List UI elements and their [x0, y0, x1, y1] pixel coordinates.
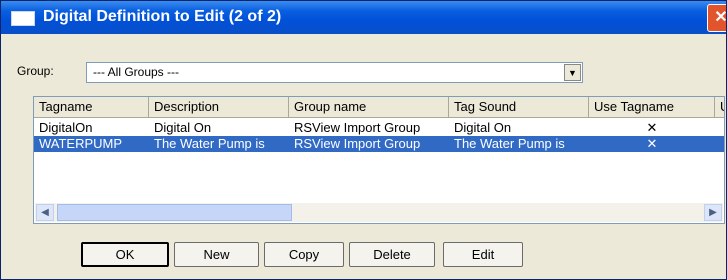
new-button[interactable]: New — [174, 242, 259, 267]
window-icon — [11, 11, 35, 26]
window-title: Digital Definition to Edit (2 of 2) — [43, 8, 282, 25]
cell-tagname: DigitalOn — [39, 120, 93, 135]
cell-description: The Water Pump is — [154, 136, 265, 151]
column-header-description[interactable]: Description — [149, 97, 289, 117]
close-button[interactable]: ✕ — [707, 4, 726, 32]
edit-button[interactable]: Edit — [443, 242, 523, 267]
dialog-window: Digital Definition to Edit (2 of 2) ✕ Gr… — [0, 0, 727, 280]
chevron-down-icon[interactable]: ▼ — [564, 64, 581, 81]
cell-tagname: WATERPUMP — [39, 136, 123, 151]
scroll-thumb[interactable] — [57, 204, 292, 221]
cell-group-name: RSView Import Group — [294, 136, 421, 151]
group-label: Group: — [17, 64, 54, 78]
horizontal-scrollbar[interactable]: ◀ ▶ — [35, 203, 723, 222]
column-header-row: Tagname Description Group name Tag Sound… — [34, 97, 724, 118]
group-dropdown[interactable]: --- All Groups --- ▼ — [86, 62, 583, 83]
column-header-tagname[interactable]: Tagname — [34, 97, 149, 117]
cell-use-tagname: ✕ — [646, 136, 658, 151]
cell-use-tagname: ✕ — [646, 120, 658, 135]
scroll-right-icon[interactable]: ▶ — [704, 204, 722, 221]
scroll-left-icon[interactable]: ◀ — [36, 204, 54, 221]
cell-tag-sound: The Water Pump is — [454, 136, 565, 151]
delete-button[interactable]: Delete — [349, 242, 435, 267]
column-header-use-tagname[interactable]: Use Tagname — [589, 97, 715, 117]
column-header-group-name[interactable]: Group name — [289, 97, 449, 117]
ok-button[interactable]: OK — [81, 242, 169, 267]
cell-description: Digital On — [154, 120, 212, 135]
copy-button[interactable]: Copy — [264, 242, 344, 267]
tag-list[interactable]: Tagname Description Group name Tag Sound… — [33, 96, 725, 224]
table-row-selected[interactable]: WATERPUMP The Water Pump is RSView Impor… — [34, 136, 724, 152]
column-header-u[interactable]: U — [715, 97, 724, 117]
cell-group-name: RSView Import Group — [294, 120, 421, 135]
title-bar[interactable]: Digital Definition to Edit (2 of 2) ✕ — [1, 1, 726, 34]
table-row[interactable]: DigitalOn Digital On RSView Import Group… — [34, 120, 724, 136]
column-header-tag-sound[interactable]: Tag Sound — [449, 97, 589, 117]
group-selected-value: --- All Groups --- — [93, 65, 180, 79]
cell-tag-sound: Digital On — [454, 120, 512, 135]
